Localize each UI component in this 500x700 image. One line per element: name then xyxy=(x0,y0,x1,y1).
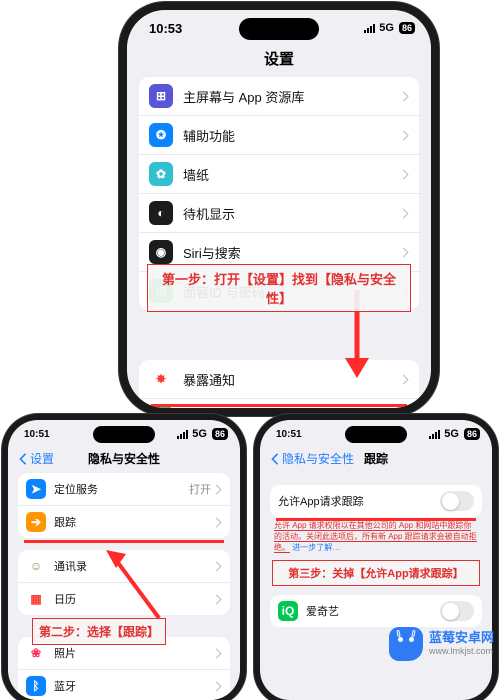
settings-row[interactable]: ✪ 辅助功能 xyxy=(139,116,419,155)
watermark: 蓝莓安卓网 www.lmkjst.com xyxy=(389,627,494,661)
red-underline xyxy=(151,404,407,407)
settings-row[interactable]: ✿ 墙纸 xyxy=(139,155,419,194)
row-value: 打开 xyxy=(189,481,211,497)
accessibility-icon: ✪ xyxy=(149,123,173,147)
settings-group-2: ✸暴露通知▮电池✋隐私与安全性 xyxy=(139,360,419,408)
settings-row[interactable]: ⊞ 主屏幕与 App 资源库 xyxy=(139,77,419,116)
wallpaper-icon: ✿ xyxy=(149,162,173,186)
phone-screenshot-step1: 10:53 5G 86 设置 ⊞ 主屏幕与 App 资源库 ✪ 辅助功能 ✿ 墙纸 ◐ 待机显… xyxy=(127,10,431,408)
location-icon: ➤ xyxy=(26,479,46,499)
status-time: 10:51 xyxy=(276,429,302,440)
privacy-group-1: ➤ 定位服务打开 ➔ 跟踪 xyxy=(18,473,230,538)
network-type: 5G xyxy=(192,428,207,440)
dynamic-island xyxy=(345,426,407,443)
dynamic-island xyxy=(239,18,319,40)
toggle-label: 允许App请求跟踪 xyxy=(278,493,440,509)
back-button[interactable]: 隐私与安全性 xyxy=(270,450,354,467)
row-label: 墙纸 xyxy=(183,165,402,184)
iqiyi-icon: iQ xyxy=(278,601,298,621)
settings-row[interactable]: iQ 爱奇艺 xyxy=(270,595,482,627)
row-label: Siri与搜索 xyxy=(183,243,402,262)
settings-row[interactable]: ➤ 定位服务打开 xyxy=(18,473,230,506)
tracking-description: 允许 App 请求权限以在其他公司的 App 和网站中跟踪你的活动。关闭此选项后… xyxy=(260,517,492,553)
row-label: 暴露通知 xyxy=(183,370,402,389)
standby-icon: ◐ xyxy=(149,201,173,225)
status-time: 10:51 xyxy=(24,429,50,440)
red-underline xyxy=(24,540,224,543)
cellular-signal-icon xyxy=(177,430,188,439)
nav-bar: 设置 隐私与安全性 xyxy=(8,448,240,473)
calendar-icon: ▦ xyxy=(26,589,46,609)
battery-icon: 86 xyxy=(464,428,480,440)
chevron-right-icon xyxy=(215,561,222,572)
row-label: 定位服务 xyxy=(54,481,189,497)
app-toggle[interactable] xyxy=(440,601,474,621)
phone-screenshot-step2: 10:51 5G 86 设置 隐私与安全性 ➤ 定位服务打开 ➔ 跟踪 ☺ 通讯录 ▦ 日历… xyxy=(8,420,240,700)
row-label: 主屏幕与 App 资源库 xyxy=(183,87,402,106)
watermark-logo-icon xyxy=(389,627,423,661)
chevron-right-icon xyxy=(402,247,409,258)
row-label: 爱奇艺 xyxy=(306,603,440,619)
back-button[interactable]: 设置 xyxy=(18,450,54,467)
nav-title: 设置 xyxy=(127,46,431,77)
cellular-signal-icon xyxy=(429,430,440,439)
siri-icon: ◉ xyxy=(149,240,173,264)
privacy-group-3: ❀ 照片 ᛒ 蓝牙 xyxy=(18,637,230,700)
annotation-step3: 第三步：关掉【允许App请求跟踪】 xyxy=(272,560,480,586)
row-label: 通讯录 xyxy=(54,558,215,574)
row-label: 跟踪 xyxy=(54,514,215,530)
status-time: 10:53 xyxy=(149,21,182,36)
settings-row[interactable]: ▦ 日历 xyxy=(18,583,230,615)
battery-icon: 86 xyxy=(399,22,415,34)
settings-row[interactable]: ᛒ 蓝牙 xyxy=(18,670,230,700)
battery-icon: 86 xyxy=(212,428,228,440)
settings-row[interactable]: ☺ 通讯录 xyxy=(18,550,230,583)
tracking-apps-group: iQ 爱奇艺 xyxy=(270,595,482,627)
contacts-icon: ☺ xyxy=(26,556,46,576)
chevron-right-icon xyxy=(402,374,409,385)
chevron-right-icon xyxy=(402,130,409,141)
network-type: 5G xyxy=(444,428,459,440)
tracking-icon: ➔ xyxy=(26,512,46,532)
annotation-step2: 第二步：选择【跟踪】 xyxy=(32,618,166,645)
bluetooth-icon: ᛒ xyxy=(26,676,46,696)
row-label: 日历 xyxy=(54,591,215,607)
chevron-right-icon xyxy=(215,648,222,659)
chevron-right-icon xyxy=(402,169,409,180)
network-type: 5G xyxy=(379,22,394,34)
nav-title: 跟踪 xyxy=(364,452,388,466)
annotation-step1: 第一步：打开【设置】找到【隐私与安全性】 xyxy=(147,264,411,312)
privacy-group-2: ☺ 通讯录 ▦ 日历 xyxy=(18,550,230,615)
nav-title: 隐私与安全性 xyxy=(88,452,160,466)
chevron-right-icon xyxy=(215,517,222,528)
row-label: 蓝牙 xyxy=(54,678,215,694)
chevron-right-icon xyxy=(215,594,222,605)
row-label: 照片 xyxy=(54,645,215,661)
cellular-signal-icon xyxy=(364,24,375,33)
red-underline xyxy=(276,518,476,521)
row-label: 待机显示 xyxy=(183,204,402,223)
watermark-name: 蓝莓安卓网 xyxy=(429,630,494,645)
home-apps-icon: ⊞ xyxy=(149,84,173,108)
chevron-right-icon xyxy=(215,681,222,692)
chevron-right-icon xyxy=(402,91,409,102)
settings-row[interactable]: ✸ 暴露通知 xyxy=(139,360,419,399)
tracking-toggle[interactable] xyxy=(440,491,474,511)
watermark-url: www.lmkjst.com xyxy=(429,646,494,656)
row-label: 辅助功能 xyxy=(183,126,402,145)
nav-bar: 隐私与安全性 跟踪 xyxy=(260,448,492,473)
settings-row[interactable]: ◐ 待机显示 xyxy=(139,194,419,233)
chevron-right-icon xyxy=(215,484,222,495)
tracking-toggle-group: 允许App请求跟踪 xyxy=(270,485,482,517)
dynamic-island xyxy=(93,426,155,443)
chevron-right-icon xyxy=(402,208,409,219)
allow-tracking-row[interactable]: 允许App请求跟踪 xyxy=(270,485,482,517)
exposure-icon: ✸ xyxy=(149,367,173,391)
settings-row[interactable]: ➔ 跟踪 xyxy=(18,506,230,538)
photos-icon: ❀ xyxy=(26,643,46,663)
